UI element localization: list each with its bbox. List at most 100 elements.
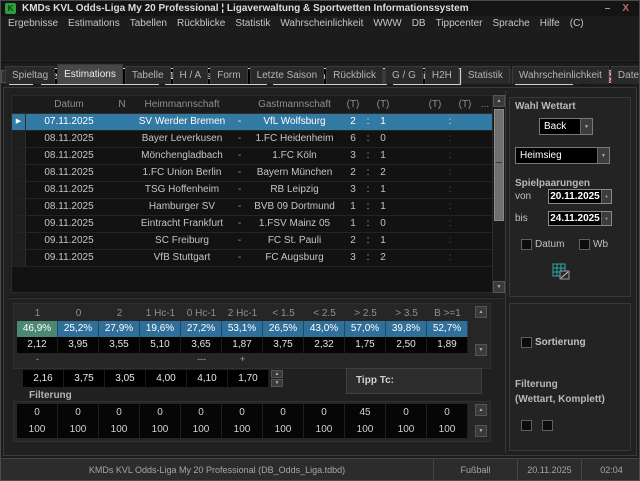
chevron-down-icon[interactable]: ▼: [580, 119, 592, 134]
tab-h2h[interactable]: H2H: [425, 66, 459, 84]
stats-column-header: B >=1: [427, 306, 468, 321]
match-cell: 1: [342, 199, 364, 215]
filter-min-cell[interactable]: 0: [222, 404, 263, 421]
match-row[interactable]: ▶07.11.2025SV Werder Bremen-VfL Wolfsbur…: [12, 114, 492, 131]
sort-checkbox[interactable]: [521, 337, 532, 348]
tab-r-ckblick[interactable]: Rückblick: [326, 66, 383, 84]
vertical-scrollbar[interactable]: ▲ ▼: [493, 95, 505, 293]
tip-odds-cell[interactable]: 1,70: [228, 370, 269, 387]
menu-item-tippcenter[interactable]: Tippcenter: [431, 18, 488, 29]
filter-max-cell[interactable]: 100: [140, 421, 181, 438]
filter-max-cell[interactable]: 100: [99, 421, 140, 438]
datum-checkbox[interactable]: [521, 239, 532, 250]
scrollbar-thumb[interactable]: [494, 109, 504, 221]
tip-box: Tipp Tc:: [346, 368, 482, 394]
stats-marker-cell: [386, 353, 427, 365]
tab-form[interactable]: Form: [210, 66, 247, 84]
scroll-down-icon[interactable]: ▼: [493, 281, 505, 293]
tip-odds-cell[interactable]: 3,75: [64, 370, 105, 387]
filter-max-cell[interactable]: 100: [222, 421, 263, 438]
menu-item-sprache[interactable]: Sprache: [487, 18, 534, 29]
tab-statistik[interactable]: Statistik: [461, 66, 510, 84]
filter-min-cell[interactable]: 0: [304, 404, 345, 421]
stats-spinner-down[interactable]: ▼: [475, 344, 487, 356]
tab-wahrscheinlichkeit[interactable]: Wahrscheinlichkeit: [512, 66, 609, 84]
scroll-up-icon[interactable]: ▲: [493, 95, 505, 107]
filter-min-cell[interactable]: 0: [427, 404, 468, 421]
filter-min-cell[interactable]: 0: [263, 404, 304, 421]
match-row[interactable]: 08.11.2025Bayer Leverkusen-1.FC Heidenhe…: [12, 131, 492, 148]
tab-datenbank[interactable]: Datenbank: [611, 66, 640, 84]
filtering-label: Filterung: [29, 390, 72, 401]
title-bar[interactable]: K KMDs KVL Odds-Liga My 20 Professional …: [1, 1, 639, 16]
stats-percent-cell: 19,6%: [140, 321, 181, 337]
menu-item-db[interactable]: DB: [407, 18, 431, 29]
match-row[interactable]: 09.11.2025Eintracht Frankfurt-1.FSV Main…: [12, 216, 492, 233]
tip-spinner-up[interactable]: ▲: [271, 370, 283, 378]
match-row[interactable]: 08.11.2025TSG Hoffenheim-RB Leipzig3:1:: [12, 182, 492, 199]
tab-spieltag[interactable]: Spieltag: [5, 66, 55, 84]
filter-min-cell[interactable]: 0: [140, 404, 181, 421]
filter-max-cell[interactable]: 100: [181, 421, 222, 438]
filter-max-cell[interactable]: 100: [386, 421, 427, 438]
tip-odds-cell[interactable]: 4,00: [146, 370, 187, 387]
filter-min-cell[interactable]: 45: [345, 404, 386, 421]
filter-min-cell[interactable]: 0: [181, 404, 222, 421]
filter-spinner-down[interactable]: ▼: [475, 425, 487, 437]
filter-checkbox-1[interactable]: [521, 420, 532, 431]
filter-spinner-up[interactable]: ▲: [475, 404, 487, 416]
tab-letzte-saison[interactable]: Letzte Saison: [250, 66, 325, 84]
match-cell: 1.FC Union Berlin: [132, 165, 232, 181]
menu-item-estimations[interactable]: Estimations: [63, 18, 125, 29]
match-row[interactable]: 08.11.2025Hamburger SV-BVB 09 Dortmund1:…: [12, 199, 492, 216]
from-date-field[interactable]: 20.11.2025 ▼: [548, 189, 612, 204]
match-row[interactable]: 09.11.2025SC Freiburg-FC St. Pauli2:1:: [12, 233, 492, 250]
menu-item-ergebnisse[interactable]: Ergebnisse: [3, 18, 63, 29]
tab-tabelle[interactable]: Tabelle: [125, 66, 171, 84]
tip-odds-cell[interactable]: 3,05: [105, 370, 146, 387]
back-lay-select[interactable]: Back ▼: [539, 118, 593, 135]
menu-item-r-ckblicke[interactable]: Rückblicke: [172, 18, 230, 29]
match-cell: Hamburger SV: [132, 199, 232, 215]
menu-item-tabellen[interactable]: Tabellen: [125, 18, 172, 29]
tab-g-g[interactable]: G / G: [385, 66, 423, 84]
to-date-field[interactable]: 24.11.2025 ▼: [548, 211, 612, 226]
tab-h-a[interactable]: H / A: [173, 66, 209, 84]
tip-odds-cell[interactable]: 2,16: [23, 370, 64, 387]
menu-item-hilfe[interactable]: Hilfe: [535, 18, 565, 29]
menu-item-statistik[interactable]: Statistik: [230, 18, 275, 29]
pairs-title: Spielpaarungen: [515, 178, 590, 189]
close-button[interactable]: X: [622, 3, 629, 14]
filter-max-cell[interactable]: 100: [58, 421, 99, 438]
chevron-down-icon[interactable]: ▼: [597, 148, 609, 163]
bet-type-select[interactable]: Heimsieg ▼: [515, 147, 610, 164]
tab-estimations[interactable]: Estimations: [57, 64, 123, 84]
filter-max-cell[interactable]: 100: [263, 421, 304, 438]
datum-checkbox-label: Datum: [535, 239, 564, 250]
chevron-down-icon[interactable]: ▼: [601, 212, 611, 225]
menu-item-c[interactable]: (C): [565, 18, 589, 29]
tip-spinner-down[interactable]: ▼: [271, 379, 283, 387]
menu-item-www[interactable]: WWW: [368, 18, 406, 29]
filter-checkbox-2[interactable]: [542, 420, 553, 431]
filter-min-cell[interactable]: 0: [58, 404, 99, 421]
tip-odds-cell[interactable]: 4,10: [187, 370, 228, 387]
wb-checkbox[interactable]: [579, 239, 590, 250]
filter-max-cell[interactable]: 100: [345, 421, 386, 438]
match-row[interactable]: 08.11.20251.FC Union Berlin-Bayern Münch…: [12, 165, 492, 182]
filter-max-cell[interactable]: 100: [17, 421, 58, 438]
stats-spinner-up[interactable]: ▲: [475, 306, 487, 318]
toolbar: F ▼ Deutschland ▼ 1.Bundesliga ▼ Meister…: [1, 31, 639, 63]
filter-min-cell[interactable]: 0: [17, 404, 58, 421]
filter-min-cell[interactable]: 0: [386, 404, 427, 421]
table-edit-icon[interactable]: [552, 262, 571, 281]
minimize-button[interactable]: –: [605, 3, 611, 14]
menu-item-wahrscheinlichkeit[interactable]: Wahrscheinlichkeit: [275, 18, 368, 29]
chevron-down-icon[interactable]: ▼: [601, 190, 611, 203]
match-row[interactable]: 09.11.2025VfB Stuttgart-FC Augsburg3:2:: [12, 250, 492, 267]
match-table-body: ▶07.11.2025SV Werder Bremen-VfL Wolfsbur…: [12, 114, 492, 267]
filter-max-cell[interactable]: 100: [427, 421, 468, 438]
match-row[interactable]: 08.11.2025Mönchengladbach-1.FC Köln3:1:: [12, 148, 492, 165]
filter-max-cell[interactable]: 100: [304, 421, 345, 438]
filter-min-cell[interactable]: 0: [99, 404, 140, 421]
